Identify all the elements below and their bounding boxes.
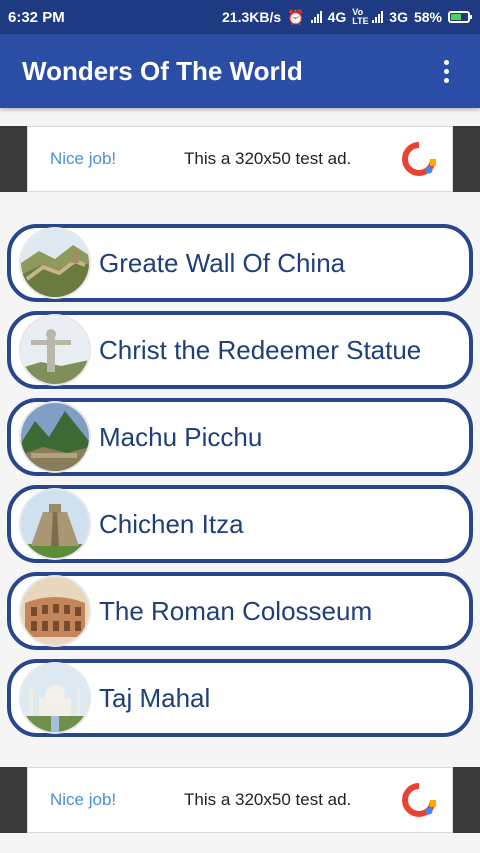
wonder-label: Chichen Itza <box>99 508 244 539</box>
app-bar: Wonders Of The World <box>0 34 480 108</box>
alarm-icon: ⏰ <box>287 8 305 25</box>
ad-logo-icon <box>402 783 436 817</box>
ad-nice-text: Nice job! <box>50 790 117 809</box>
wonder-label: Machu Picchu <box>99 421 263 452</box>
ad-banner-bottom[interactable]: Nice job! This a 320x50 test ad. <box>0 767 480 833</box>
app-title: Wonders Of The World <box>22 55 303 86</box>
wonder-label: Christ the Redeemer Statue <box>99 334 422 365</box>
ad-text: This a 320x50 test ad. <box>184 149 352 168</box>
wonder-card-christ-redeemer[interactable]: Christ the Redeemer Statue <box>7 311 473 389</box>
network-speed: 21.3KB/s <box>222 9 282 25</box>
network-4g-label: 4G <box>327 9 347 25</box>
machu-picchu-icon <box>21 403 89 471</box>
wonders-list: Greate Wall Of China Christ the Redeemer… <box>7 224 473 746</box>
ad-text: This a 320x50 test ad. <box>184 790 352 809</box>
wonder-label: The Roman Colosseum <box>99 595 373 626</box>
signal-icon-2 <box>372 11 384 23</box>
ad-content[interactable]: Nice job! This a 320x50 test ad. <box>27 767 453 833</box>
wonder-card-great-wall[interactable]: Greate Wall Of China <box>7 224 473 302</box>
wonder-card-chichen-itza[interactable]: Chichen Itza <box>7 485 473 563</box>
chichen-itza-icon <box>21 490 89 558</box>
taj-mahal-icon <box>21 664 89 732</box>
wonder-label: Greate Wall Of China <box>99 247 346 278</box>
ad-banner-top[interactable]: Nice job! This a 320x50 test ad. <box>0 126 480 192</box>
colosseum-icon <box>21 577 89 645</box>
volte-label: Vo LTE <box>352 7 369 26</box>
status-time: 6:32 PM <box>8 8 65 26</box>
battery-icon <box>448 11 472 23</box>
great-wall-icon <box>21 229 89 297</box>
christ-redeemer-icon <box>21 316 89 384</box>
overflow-menu-icon[interactable] <box>434 56 458 86</box>
network-3g-label: 3G <box>389 9 408 25</box>
wonder-card-taj-mahal[interactable]: Taj Mahal <box>7 659 473 737</box>
ad-nice-text: Nice job! <box>50 149 117 168</box>
wonder-card-colosseum[interactable]: The Roman Colosseum <box>7 572 473 650</box>
ad-logo-icon <box>402 142 436 176</box>
status-bar: 6:32 PM 21.3KB/s ⏰ 4G Vo LTE 3G 58% <box>0 0 480 34</box>
wonder-card-machu-picchu[interactable]: Machu Picchu <box>7 398 473 476</box>
signal-icon <box>310 11 322 23</box>
ad-content[interactable]: Nice job! This a 320x50 test ad. <box>27 126 453 192</box>
battery-percent: 58% <box>413 9 442 25</box>
status-icons: 21.3KB/s ⏰ 4G Vo LTE 3G 58% <box>222 7 472 26</box>
wonder-label: Taj Mahal <box>99 682 211 713</box>
